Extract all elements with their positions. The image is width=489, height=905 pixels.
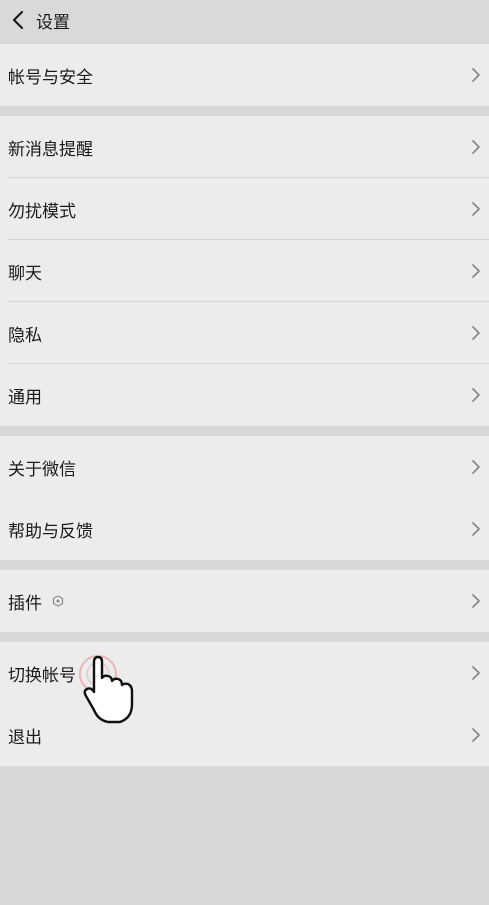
chevron-right-icon <box>472 666 480 680</box>
settings-item-account-security[interactable]: 帐号与安全 <box>0 44 489 106</box>
settings-item-label: 关于微信 <box>8 459 76 480</box>
tap-hand-icon <box>79 655 134 724</box>
settings-item-new-message[interactable]: 新消息提醒 <box>0 116 489 178</box>
settings-item-help-feedback[interactable]: 帮助与反馈 <box>0 498 489 560</box>
chevron-right-icon <box>472 388 480 402</box>
plugin-hexagon-icon <box>52 595 64 607</box>
chevron-right-icon <box>472 326 480 340</box>
page-title: 设置 <box>36 12 70 33</box>
settings-item-label: 新消息提醒 <box>8 139 93 160</box>
chevron-right-icon <box>472 594 480 608</box>
top-bar: 设置 <box>0 0 489 40</box>
settings-item-label: 隐私 <box>8 325 42 346</box>
chevron-right-icon <box>472 68 480 82</box>
settings-item-label: 通用 <box>8 387 42 408</box>
settings-item-label: 插件 <box>8 593 42 614</box>
chevron-right-icon <box>472 140 480 154</box>
chevron-left-icon <box>12 10 24 30</box>
settings-item-label: 切换帐号 <box>8 665 76 686</box>
settings-item-label: 退出 <box>8 727 42 748</box>
settings-item-switch-account[interactable]: 切换帐号 <box>0 642 489 704</box>
settings-item-plugins[interactable]: 插件 <box>0 570 489 632</box>
settings-item-chat[interactable]: 聊天 <box>0 240 489 302</box>
settings-item-label: 帐号与安全 <box>8 67 93 88</box>
settings-item-label: 帮助与反馈 <box>8 521 93 542</box>
settings-item-general[interactable]: 通用 <box>0 364 489 426</box>
settings-item-label: 聊天 <box>8 263 42 284</box>
settings-item-do-not-disturb[interactable]: 勿扰模式 <box>0 178 489 240</box>
chevron-right-icon <box>472 728 480 742</box>
settings-group-plugins: 插件 <box>0 570 489 632</box>
settings-group-general: 新消息提醒 勿扰模式 聊天 隐私 通用 <box>0 116 489 426</box>
chevron-right-icon <box>472 264 480 278</box>
settings-item-privacy[interactable]: 隐私 <box>0 302 489 364</box>
settings-item-label: 勿扰模式 <box>8 201 76 222</box>
back-button[interactable] <box>2 0 34 40</box>
settings-group-account-actions: 切换帐号 退出 <box>0 642 489 766</box>
settings-item-logout[interactable]: 退出 <box>0 704 489 766</box>
settings-group-account: 帐号与安全 <box>0 44 489 106</box>
settings-item-label-wrap: 插件 <box>8 589 64 614</box>
settings-group-about: 关于微信 帮助与反馈 <box>0 436 489 560</box>
chevron-right-icon <box>472 522 480 536</box>
settings-item-about-wechat[interactable]: 关于微信 <box>0 436 489 498</box>
chevron-right-icon <box>472 202 480 216</box>
chevron-right-icon <box>472 460 480 474</box>
